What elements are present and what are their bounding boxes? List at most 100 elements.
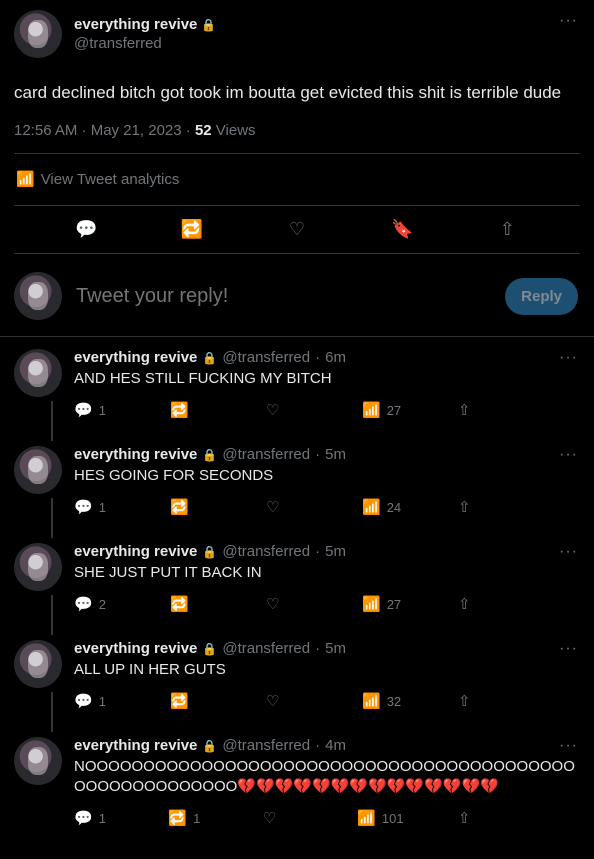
reply-text: ALL UP IN HER GUTS: [74, 661, 226, 678]
reply-action[interactable]: 💬 1: [74, 498, 114, 516]
reply-age[interactable]: 5m: [325, 543, 346, 560]
views-action[interactable]: 📶 27: [362, 401, 402, 419]
like-icon: ♡: [266, 596, 280, 613]
author-handle[interactable]: @transferred: [222, 446, 310, 463]
reply-age[interactable]: 5m: [325, 640, 346, 657]
author-name[interactable]: everything revive: [74, 737, 197, 754]
reply-count: 1: [98, 693, 106, 709]
like-action[interactable]: ♡: [266, 401, 306, 419]
more-icon[interactable]: ···: [559, 737, 578, 755]
author-name[interactable]: everything revive 🔒: [74, 16, 580, 33]
reply-tweet[interactable]: everything revive 🔒 @transferred · 4m NOOOOO…: [14, 725, 594, 835]
views-count: 24: [386, 499, 402, 515]
more-icon[interactable]: ···: [559, 446, 578, 464]
reply-icon: 💬: [74, 810, 93, 827]
reply-input[interactable]: [76, 284, 492, 308]
like-icon: ♡: [266, 499, 280, 516]
more-icon[interactable]: ···: [559, 640, 578, 658]
more-icon[interactable]: ···: [559, 349, 578, 367]
share-icon[interactable]: ⇧: [487, 219, 527, 240]
like-action[interactable]: ♡: [263, 809, 303, 827]
views-count: 27: [386, 402, 402, 418]
views-icon: 📶: [362, 596, 381, 613]
retweet-action[interactable]: 🔁: [170, 692, 210, 710]
reply-tweet[interactable]: everything revive 🔒 @transferred · 5m SHE JU…: [14, 531, 594, 635]
avatar[interactable]: [14, 10, 62, 58]
reply-composer: Reply: [0, 254, 594, 337]
author-handle[interactable]: @transferred: [222, 349, 310, 366]
lock-icon: 🔒: [202, 350, 218, 365]
share-action[interactable]: ⇧: [458, 595, 498, 613]
separator-dot: ·: [315, 640, 321, 657]
tweet-text: card declined bitch got took im boutta g…: [14, 83, 562, 102]
reply-count: 2: [98, 596, 106, 612]
reply-icon[interactable]: 💬: [67, 219, 107, 240]
views-count: 101: [381, 810, 404, 826]
retweet-icon[interactable]: 🔁: [172, 219, 212, 240]
avatar[interactable]: [14, 640, 62, 688]
bookmark-icon[interactable]: 🔖: [382, 219, 422, 240]
share-action[interactable]: ⇧: [458, 401, 498, 419]
more-icon[interactable]: ···: [559, 543, 578, 561]
like-action[interactable]: ♡: [266, 498, 306, 516]
like-icon: ♡: [262, 810, 277, 827]
reply-action[interactable]: 💬 1: [74, 809, 114, 827]
views-action[interactable]: 📶 32: [362, 692, 402, 710]
share-icon: ⇧: [458, 693, 471, 710]
retweet-action[interactable]: 🔁: [170, 498, 210, 516]
reply-actions: 💬 1 🔁 ♡ 📶 24 ⇧: [74, 498, 578, 516]
reply-text: SHE JUST PUT IT BACK IN: [74, 564, 262, 581]
author-name[interactable]: everything revive: [74, 446, 197, 463]
reply-age[interactable]: 6m: [325, 349, 346, 366]
retweet-action[interactable]: 🔁: [170, 595, 210, 613]
tweet-timestamp[interactable]: 12:56 AM · May 21, 2023 ·: [14, 122, 191, 139]
views-icon: 📶: [357, 810, 376, 827]
views-count: 27: [386, 596, 402, 612]
like-action[interactable]: ♡: [266, 692, 306, 710]
retweet-icon: 🔁: [168, 810, 188, 827]
share-action[interactable]: ⇧: [458, 498, 498, 516]
reply-age[interactable]: 4m: [325, 737, 346, 754]
views-action[interactable]: 📶 24: [362, 498, 402, 516]
retweet-action[interactable]: 🔁: [170, 401, 210, 419]
reply-action[interactable]: 💬 1: [74, 401, 114, 419]
avatar[interactable]: [14, 543, 62, 591]
reply-action[interactable]: 💬 1: [74, 692, 114, 710]
reply-text: HES GOING FOR SECONDS: [74, 467, 274, 484]
avatar[interactable]: [14, 272, 62, 320]
reply-action[interactable]: 💬 2: [74, 595, 114, 613]
reply-age[interactable]: 5m: [325, 446, 346, 463]
author-handle[interactable]: @transferred: [74, 35, 580, 52]
like-icon[interactable]: ♡: [277, 219, 317, 240]
avatar[interactable]: [14, 737, 62, 785]
retweet-icon: 🔁: [170, 499, 189, 516]
share-action[interactable]: ⇧: [458, 809, 498, 827]
author-handle[interactable]: @transferred: [222, 543, 310, 560]
reply-actions: 💬 1 🔁 ♡ 📶 27 ⇧: [74, 401, 578, 419]
author-handle[interactable]: @transferred: [222, 640, 310, 657]
reply-text: AND HES STILL FUCKING MY BITCH: [74, 370, 332, 387]
avatar[interactable]: [14, 349, 62, 397]
reply-tweet[interactable]: everything revive 🔒 @transferred · 6m AND HE…: [14, 337, 594, 441]
reply-tweet[interactable]: everything revive 🔒 @transferred · 5m HES GO…: [14, 434, 594, 538]
view-analytics-link[interactable]: 📶 View Tweet analytics: [14, 154, 580, 206]
views-action[interactable]: 📶 101: [357, 809, 403, 827]
reply-actions: 💬 1 🔁 ♡ 📶 32 ⇧: [74, 692, 578, 710]
reply-icon: 💬: [74, 499, 93, 516]
author-name[interactable]: everything revive: [74, 640, 197, 657]
retweet-action[interactable]: 🔁 1: [168, 809, 208, 827]
author-name[interactable]: everything revive: [74, 543, 197, 560]
share-icon: ⇧: [457, 810, 471, 827]
like-icon: ♡: [266, 693, 280, 710]
avatar[interactable]: [14, 446, 62, 494]
author-name[interactable]: everything revive: [74, 349, 197, 366]
views-label: Views: [215, 122, 256, 139]
views-action[interactable]: 📶 27: [362, 595, 402, 613]
share-action[interactable]: ⇧: [458, 692, 498, 710]
more-icon[interactable]: ···: [559, 12, 578, 30]
reply-tweet[interactable]: everything revive 🔒 @transferred · 5m ALL UP…: [14, 628, 594, 732]
reply-icon: 💬: [74, 596, 93, 613]
author-handle[interactable]: @transferred: [222, 737, 310, 754]
like-action[interactable]: ♡: [266, 595, 306, 613]
reply-button[interactable]: Reply: [505, 277, 578, 315]
